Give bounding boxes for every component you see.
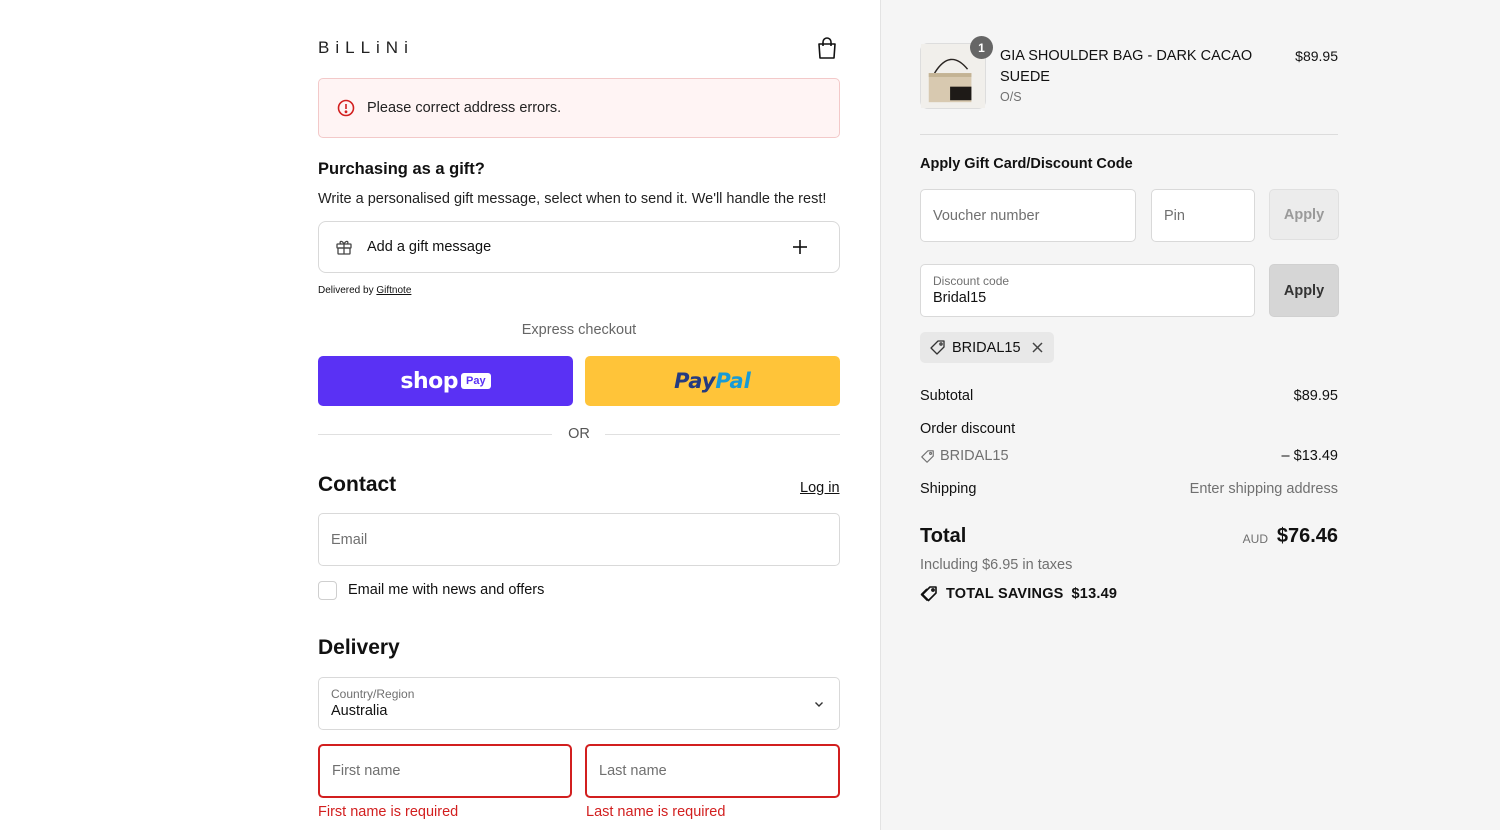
- shipping-label: Shipping: [920, 481, 977, 497]
- shop-pay-wordmark: shop: [400, 368, 459, 394]
- product-variant: O/S: [1000, 90, 1022, 104]
- order-discount-code: BRIDAL15: [940, 448, 1009, 464]
- or-divider-right: [605, 434, 840, 435]
- applied-discount-code: BRIDAL15: [952, 339, 1021, 356]
- newsletter-label[interactable]: Email me with news and offers: [348, 582, 544, 598]
- last-name-placeholder: Last name: [599, 763, 667, 779]
- giftnote-link[interactable]: Giftnote: [376, 285, 411, 296]
- first-name-error: First name is required: [318, 804, 459, 820]
- or-divider-text: OR: [568, 426, 590, 442]
- tag-icon: [930, 340, 945, 355]
- contact-heading: Contact: [318, 473, 397, 496]
- brand-logo[interactable]: BiLLiNi: [318, 38, 414, 58]
- gift-icon: [336, 240, 352, 255]
- discount-code-input[interactable]: Discount code Bridal15: [920, 264, 1255, 317]
- country-value: Australia: [331, 703, 388, 719]
- quantity-badge: 1: [970, 36, 993, 59]
- total-savings-label: TOTAL SAVINGS: [946, 586, 1064, 602]
- total-value: $76.46: [1276, 525, 1338, 547]
- first-name-placeholder: First name: [332, 763, 401, 779]
- last-name-input[interactable]: Last name: [585, 744, 840, 798]
- newsletter-checkbox[interactable]: [318, 581, 337, 600]
- apply-discount-button[interactable]: Apply: [1269, 264, 1339, 317]
- paypal-wordmark-part2: Pal: [715, 369, 751, 393]
- paypal-button[interactable]: Pay Pal: [585, 356, 840, 406]
- close-icon[interactable]: [1031, 341, 1044, 354]
- paypal-wordmark-part1: Pay: [674, 369, 716, 393]
- first-name-input[interactable]: First name: [318, 744, 572, 798]
- or-divider-left: [318, 434, 552, 435]
- plus-icon: [793, 240, 807, 254]
- email-input[interactable]: Email: [318, 513, 840, 566]
- order-summary-panel: [880, 0, 1500, 830]
- order-discount-value: – $13.49: [1281, 448, 1338, 464]
- order-discount-code-row: BRIDAL15: [920, 448, 1009, 464]
- total-savings: TOTAL SAVINGS $13.49: [920, 585, 1117, 603]
- add-gift-message-button[interactable]: Add a gift message: [318, 221, 840, 273]
- applied-discount-chip: BRIDAL15: [920, 332, 1054, 363]
- voucher-number-input[interactable]: Voucher number: [920, 189, 1136, 242]
- total-label: Total: [920, 525, 967, 547]
- total-savings-value: $13.49: [1071, 586, 1118, 602]
- savings-tag-icon: [920, 586, 937, 602]
- product-name: GIA SHOULDER BAG - DARK CACAO SUEDE: [1000, 48, 1253, 85]
- shipping-value: Enter shipping address: [1189, 481, 1338, 497]
- total-currency: AUD: [1242, 532, 1268, 546]
- apply-gift-card-button[interactable]: Apply: [1269, 189, 1339, 240]
- country-select[interactable]: Country/Region Australia: [318, 677, 840, 730]
- add-gift-message-label: Add a gift message: [367, 239, 492, 255]
- pin-placeholder: Pin: [1164, 207, 1185, 224]
- delivered-by-note: Delivered by Giftnote: [318, 285, 411, 296]
- order-discount-label: Order discount: [920, 421, 1016, 437]
- voucher-pin-input[interactable]: Pin: [1151, 189, 1255, 242]
- taxes-note: Including $6.95 in taxes: [920, 557, 1073, 573]
- voucher-placeholder: Voucher number: [933, 207, 1040, 224]
- product-price: $89.95: [1295, 48, 1338, 64]
- discount-code-label: Discount code: [933, 274, 1010, 288]
- subtotal-value: $89.95: [1293, 388, 1338, 404]
- gift-section-description: Write a personalised gift message, selec…: [318, 191, 827, 207]
- error-banner-text: Please correct address errors.: [367, 100, 562, 116]
- email-placeholder: Email: [331, 531, 368, 548]
- subtotal-label: Subtotal: [920, 388, 974, 404]
- shop-pay-button[interactable]: shop Pay: [318, 356, 573, 406]
- discount-code-value: Bridal15: [933, 290, 987, 306]
- express-checkout-label: Express checkout: [521, 322, 637, 338]
- country-label: Country/Region: [331, 687, 415, 701]
- delivery-heading: Delivery: [318, 636, 400, 659]
- gift-card-title: Apply Gift Card/Discount Code: [920, 156, 1133, 172]
- checkout-main: BiLLiNi Please correct address errors. P…: [0, 0, 880, 830]
- alert-circle-icon: [337, 99, 355, 117]
- last-name-error: Last name is required: [586, 804, 726, 820]
- tag-icon: [921, 449, 934, 463]
- delivered-by-prefix: Delivered by: [318, 285, 374, 296]
- summary-divider: [920, 134, 1338, 135]
- chevron-down-icon: [815, 702, 823, 707]
- address-error-banner: Please correct address errors.: [318, 78, 840, 138]
- gift-section-title: Purchasing as a gift?: [318, 160, 485, 178]
- shopping-bag-icon[interactable]: [816, 36, 838, 60]
- shop-pay-pill: Pay: [461, 373, 491, 389]
- login-link[interactable]: Log in: [800, 480, 840, 496]
